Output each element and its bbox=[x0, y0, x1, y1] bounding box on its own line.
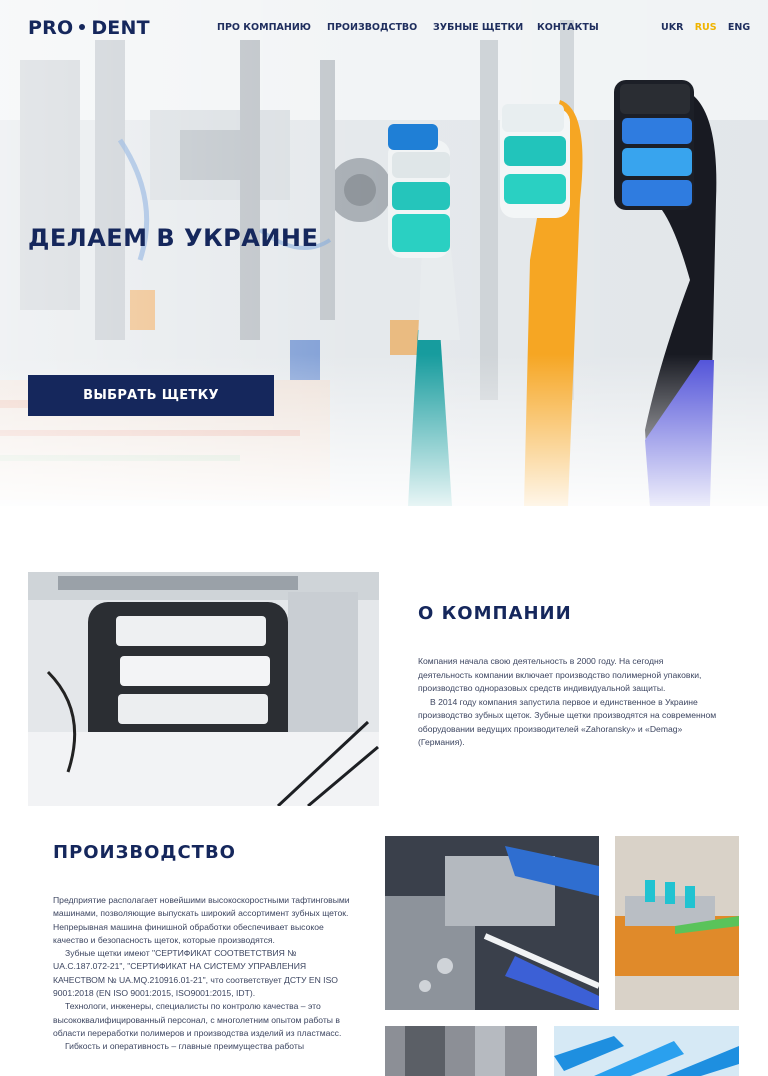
about-paragraph: Компания начала свою деятельность в 2000… bbox=[418, 656, 702, 693]
production-photo-blue-handles bbox=[554, 1026, 739, 1076]
lang-rus[interactable]: RUS bbox=[695, 22, 717, 33]
production-paragraph: Предприятие располагает новейшими высоко… bbox=[53, 895, 350, 945]
hero-title: ДЕЛАЕМ В УКРАИНЕ bbox=[28, 224, 319, 252]
nav-item-production[interactable]: ПРОИЗВОДСТВО bbox=[327, 22, 417, 33]
language-switcher: UKR RUS ENG bbox=[661, 22, 750, 33]
production-paragraph: Технологи, инженеры, специалисты по конт… bbox=[53, 1001, 342, 1038]
nav-item-contacts[interactable]: КОНТАКТЫ bbox=[537, 22, 599, 33]
production-title: ПРОИЗВОДСТВО bbox=[53, 842, 236, 863]
about-paragraph: В 2014 году компания запустила первое и … bbox=[418, 696, 717, 748]
lang-ukr[interactable]: UKR bbox=[661, 22, 683, 33]
logo-part-left: PRO bbox=[28, 17, 74, 39]
production-paragraph: Гибкость и оперативность – главные преим… bbox=[65, 1041, 305, 1052]
nav-item-toothbrushes[interactable]: ЗУБНЫЕ ЩЕТКИ bbox=[433, 22, 523, 33]
logo[interactable]: PRO DENT bbox=[28, 17, 150, 39]
about-title: О КОМПАНИИ bbox=[418, 603, 572, 624]
production-photo-tufting-machine bbox=[385, 836, 599, 1010]
production-photo-machine-detail bbox=[385, 1026, 537, 1076]
logo-dot-icon bbox=[79, 24, 86, 30]
hero-image bbox=[0, 0, 768, 506]
logo-part-right: DENT bbox=[91, 17, 150, 39]
choose-brush-button[interactable]: ВЫБРАТЬ ЩЕТКУ bbox=[28, 375, 274, 416]
about-text: Компания начала свою деятельность в 2000… bbox=[418, 655, 718, 750]
site-header: PRO DENT ПРО КОМПАНИЮ ПРОИЗВОДСТВО ЗУБНЫЕ… bbox=[0, 0, 768, 56]
nav-item-about[interactable]: ПРО КОМПАНИЮ bbox=[217, 22, 311, 33]
production-paragraph: Зубные щетки имеют "СЕРТИФИКАТ СООТВЕТСТ… bbox=[53, 948, 338, 999]
lang-eng[interactable]: ENG bbox=[728, 22, 750, 33]
hero-banner: ДЕЛАЕМ В УКРАИНЕ ВЫБРАТЬ ЩЕТКУ bbox=[0, 0, 768, 506]
production-text: Предприятие располагает новейшими высоко… bbox=[53, 894, 353, 1054]
production-photo-brush-heads bbox=[615, 836, 739, 1010]
about-image bbox=[28, 572, 379, 806]
